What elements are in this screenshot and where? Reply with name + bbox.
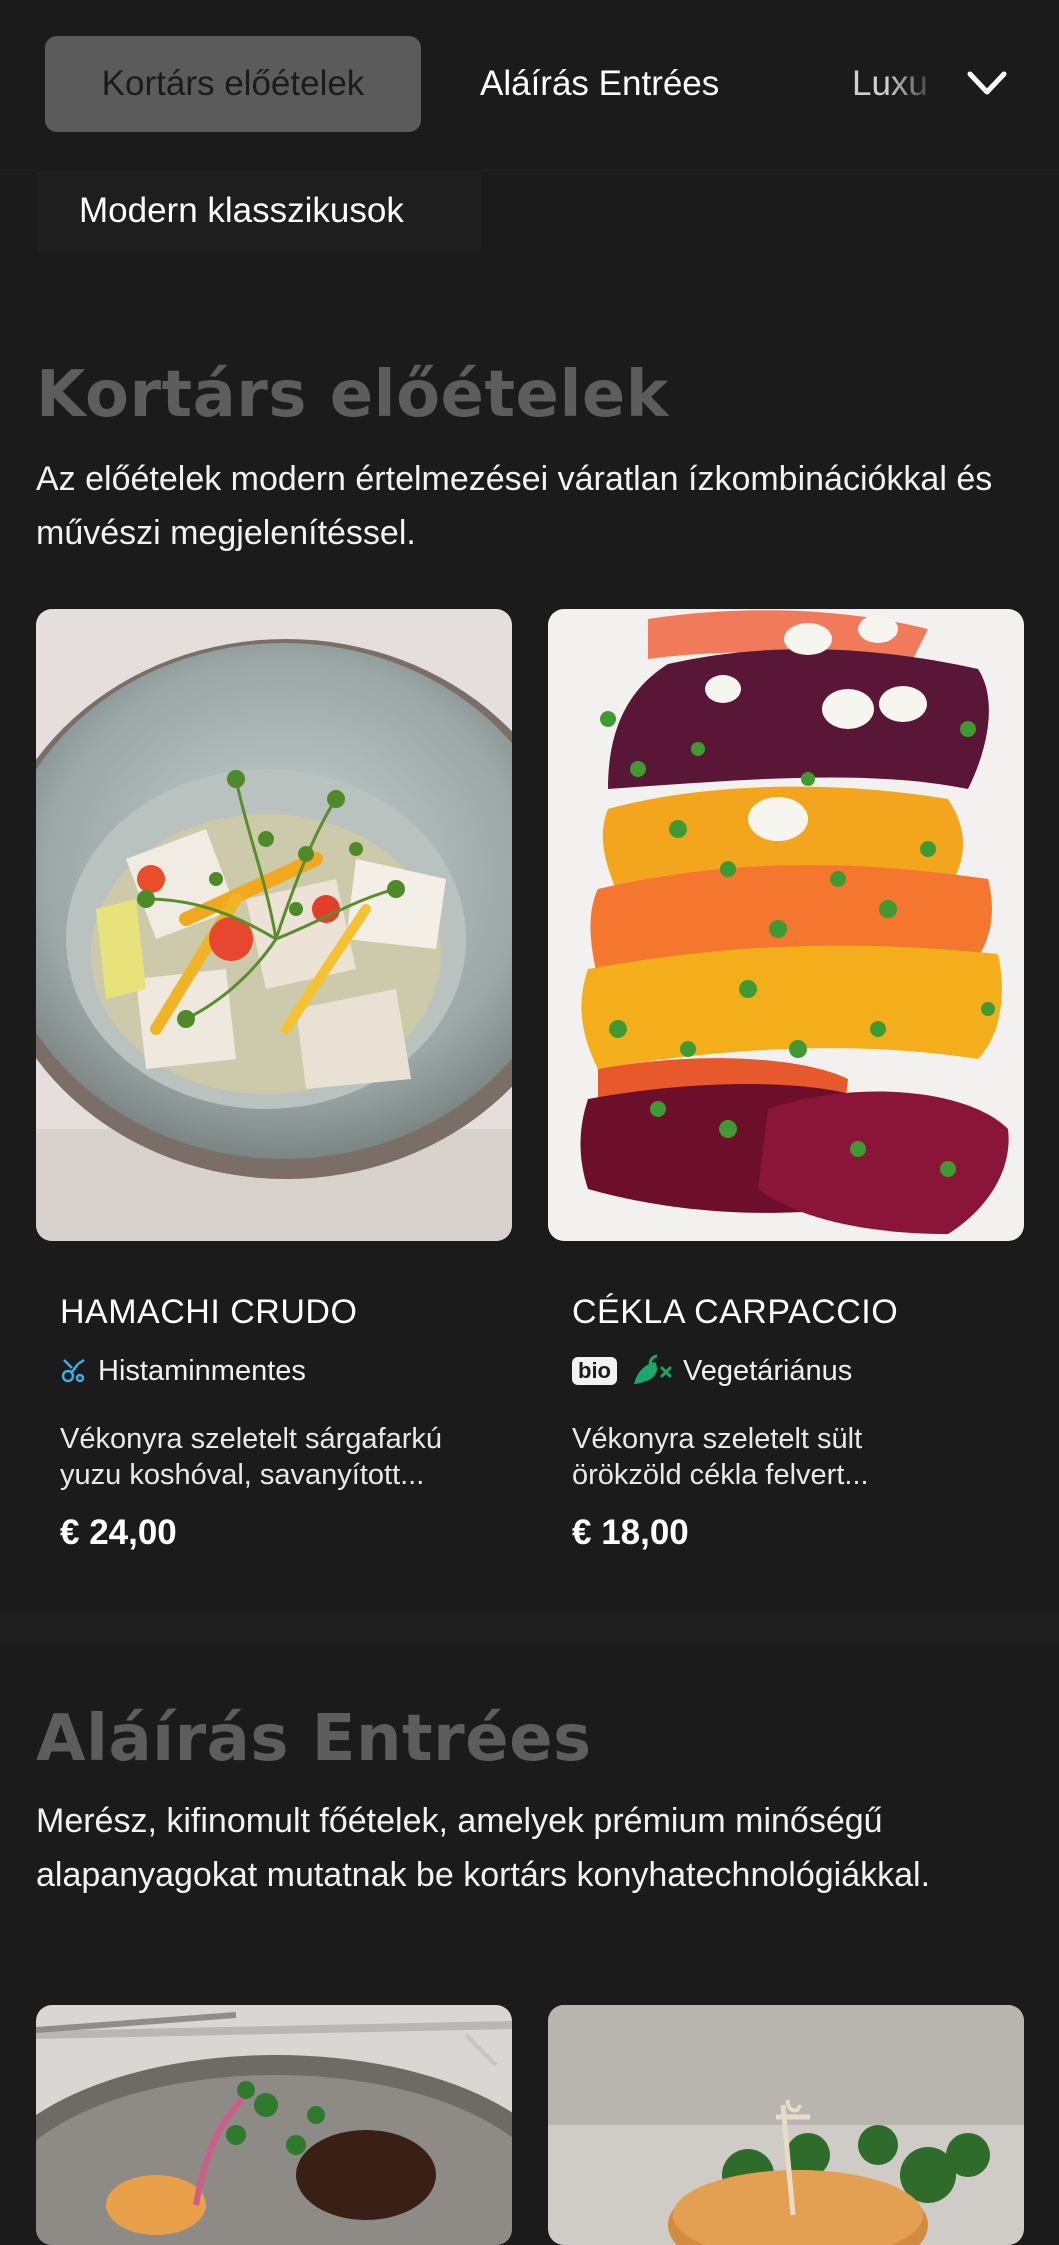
entree-photo [548, 2005, 1024, 2245]
section-title: Aláírás Entrées [36, 1702, 592, 1776]
menu-item-card[interactable]: HAMACHI CRUDO Histaminmentes Vékonyra sz… [36, 609, 512, 1589]
entree-photo [36, 2005, 512, 2245]
menu-item-price: € 18,00 [572, 1513, 689, 1552]
menu-item-name: CÉKLA CARPACCIO [572, 1293, 899, 1331]
tab-kortars-eloetelek[interactable]: Kortárs előételek [45, 36, 421, 132]
tab-luxus[interactable]: Luxu [852, 36, 942, 132]
section-title: Kortárs előételek [36, 358, 669, 432]
cekla-carpaccio-photo [548, 609, 1024, 1241]
histamine-free-icon [61, 1358, 85, 1383]
menu-item-card[interactable]: CÉKLA CARPACCIO bio Vegetáriánus Vékonyr… [548, 609, 1024, 1589]
tag-label: Histaminmentes [98, 1354, 306, 1387]
category-nav: Kortárs előételek Aláírás Entrées Luxu [0, 0, 1059, 171]
menu-item-name: HAMACHI CRUDO [60, 1293, 358, 1331]
menu-item-card[interactable] [548, 2005, 1024, 2245]
menu-item-card[interactable] [36, 2005, 512, 2245]
bio-badge: bio [572, 1357, 617, 1385]
section-description: Az előételek modern értelmezései váratla… [36, 460, 993, 552]
hamachi-crudo-photo [36, 609, 512, 1241]
chevron-down-icon[interactable] [964, 66, 1010, 102]
tag-label: Vegetáriánus [683, 1354, 853, 1387]
menu-item-price: € 24,00 [60, 1513, 177, 1552]
tab-modern-klasszikusok[interactable]: Modern klasszikusok [37, 170, 481, 252]
tab-alairas-entrees[interactable]: Aláírás Entrées [480, 36, 750, 132]
menu-item-description: Vékonyra szeletelt sült örökzöld cékla f… [572, 1423, 869, 1491]
vegetarian-icon [634, 1354, 672, 1384]
section-divider [0, 1614, 1059, 1642]
menu-item-tags: Histaminmentes [60, 1351, 306, 1391]
menu-item-description: Vékonyra szeletelt sárgafarkú yuzu koshó… [60, 1423, 443, 1491]
menu-item-tags: bio Vegetáriánus [572, 1351, 852, 1391]
section-description: Merész, kifinomult főételek, amelyek pré… [36, 1802, 931, 1894]
